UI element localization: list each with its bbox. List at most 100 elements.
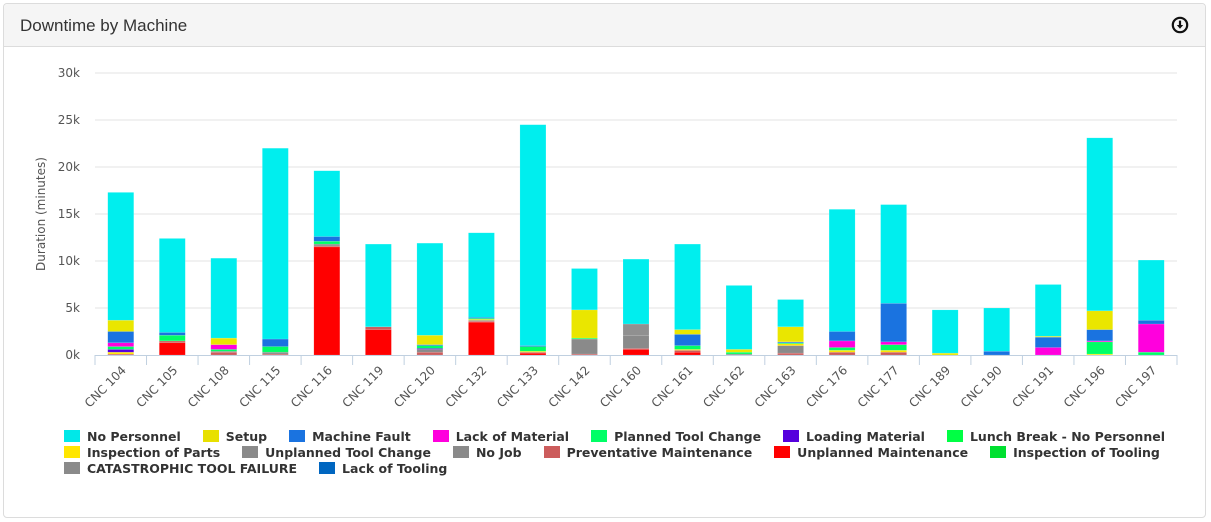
- x-tick-label: CNC 176: [803, 363, 850, 410]
- legend-label: Loading Material: [806, 428, 925, 444]
- legend-swatch: [783, 430, 800, 442]
- legend-item[interactable]: Lack of Material: [432, 428, 570, 444]
- bar-segment: [674, 334, 701, 346]
- bar-segment: [1137, 323, 1165, 353]
- legend-item[interactable]: Lack of Tooling: [319, 460, 447, 476]
- bar-segment: [674, 345, 701, 350]
- x-tick-label: CNC 142: [546, 363, 593, 410]
- x-tick-label: CNC 191: [1009, 363, 1056, 410]
- legend-label: Lunch Break - No Personnel: [969, 428, 1165, 444]
- legend-item[interactable]: Inspection of Parts: [64, 444, 220, 460]
- bar-segment: [725, 351, 753, 355]
- legend-label: Planned Tool Change: [614, 428, 762, 444]
- bar-segment: [1137, 319, 1165, 325]
- x-tick-label: CNC 115: [236, 363, 283, 410]
- legend-item[interactable]: Unplanned Maintenance: [774, 444, 968, 460]
- bar-segment: [1086, 310, 1113, 330]
- x-tick-label: CNC 190: [958, 363, 1005, 410]
- legend-item[interactable]: Setup: [202, 428, 268, 444]
- x-tick-label: CNC 177: [855, 363, 902, 410]
- x-tick-label: CNC 189: [906, 363, 953, 410]
- legend-item[interactable]: Unplanned Tool Change: [242, 444, 431, 460]
- bar-segment: [777, 343, 804, 346]
- x-tick-label: CNC 196: [1061, 363, 1108, 410]
- x-tick-label: CNC 160: [597, 363, 644, 410]
- bar-segment: [416, 242, 444, 336]
- bar-segment: [828, 347, 856, 351]
- legend-swatch: [990, 446, 1007, 458]
- bar-segment: [777, 352, 804, 356]
- chart-legend: No Personnel Setup Machine Fault Lack of Ma…: [64, 428, 1174, 476]
- bar-segment: [777, 299, 804, 328]
- legend-item[interactable]: No Personnel: [64, 428, 181, 444]
- legend-label: Setup: [225, 428, 268, 444]
- bar-segment: [828, 209, 856, 332]
- bar-segment: [777, 326, 804, 343]
- bar-segment: [519, 346, 547, 352]
- legend-label: Unplanned Maintenance: [797, 444, 969, 460]
- legend-item[interactable]: Loading Material: [783, 428, 925, 444]
- bar-segment: [262, 351, 289, 355]
- x-tick-label: CNC 116: [288, 363, 335, 410]
- legend-label: Lack of Material: [455, 428, 570, 444]
- legend-row: Inspection of Parts Unplanned Tool Change…: [64, 444, 1174, 460]
- bar-segment: [725, 285, 753, 350]
- bar-segment: [159, 342, 186, 356]
- legend-label: No Personnel: [87, 428, 181, 444]
- legend-item[interactable]: Lunch Break - No Personnel: [946, 428, 1165, 444]
- bar-segment: [1034, 284, 1062, 337]
- bar-segment: [674, 351, 701, 356]
- legend-label: Unplanned Tool Change: [265, 444, 431, 460]
- bar-segment: [828, 340, 856, 348]
- stacked-bar-chart: 0k 5k 10k 15k 20k 25k 30k Duration (minutes) CNC…: [34, 66, 1178, 410]
- legend-item[interactable]: Planned Tool Change: [591, 428, 761, 444]
- bar-segment: [107, 319, 135, 332]
- legend-item[interactable]: Inspection of Tooling: [990, 444, 1160, 460]
- legend-swatch: [432, 430, 449, 442]
- legend-label: Machine Fault: [312, 428, 411, 444]
- bar-segment: [983, 350, 1010, 356]
- bar-segment: [674, 329, 701, 335]
- legend-swatch: [946, 430, 963, 442]
- bar-segment: [1034, 336, 1062, 348]
- bar-segment: [571, 268, 598, 311]
- bar-segment: [622, 349, 650, 356]
- bar-segment: [210, 349, 238, 352]
- legend-label: CATASTROPHIC TOOL FAILURE: [87, 460, 298, 476]
- x-tick-label: CNC 105: [133, 363, 180, 410]
- legend-item[interactable]: CATASTROPHIC TOOL FAILURE: [64, 460, 297, 476]
- bar-segment: [622, 323, 650, 336]
- bar-segment: [468, 232, 495, 318]
- legend-item[interactable]: Preventative Maintenance: [543, 444, 752, 460]
- x-tick-label: CNC 162: [700, 363, 747, 410]
- bar-segment: [622, 335, 650, 349]
- bar-segment: [210, 344, 238, 350]
- legend-label: Inspection of Parts: [87, 444, 221, 460]
- bar-segment: [880, 351, 907, 356]
- y-tick-label: 10k: [58, 254, 80, 268]
- y-tick-label: 0k: [65, 348, 80, 362]
- bar-segment: [983, 307, 1010, 352]
- y-tick-label: 25k: [58, 113, 80, 127]
- bar-segment: [519, 352, 547, 356]
- bar-segment: [1137, 351, 1165, 356]
- bar-segment: [262, 147, 289, 340]
- legend-item[interactable]: Machine Fault: [289, 428, 411, 444]
- legend-swatch: [452, 446, 469, 458]
- bar-segment: [777, 345, 804, 354]
- bar-segment: [416, 335, 444, 345]
- x-tick-label: CNC 133: [494, 363, 541, 410]
- bar-segment: [571, 338, 598, 355]
- bar-segment: [880, 341, 907, 345]
- legend-swatch: [242, 446, 259, 458]
- bar-segment: [159, 335, 186, 342]
- bar-segment: [828, 351, 856, 356]
- bar-segment: [725, 349, 753, 353]
- legend-item[interactable]: No Job: [452, 444, 522, 460]
- bar-segment: [210, 351, 238, 356]
- bar-segment: [622, 258, 650, 325]
- bar-segment: [313, 236, 341, 242]
- x-tick-label: CNC 108: [185, 363, 232, 410]
- bar-segment: [107, 346, 135, 350]
- x-tick-label: CNC 163: [752, 363, 799, 410]
